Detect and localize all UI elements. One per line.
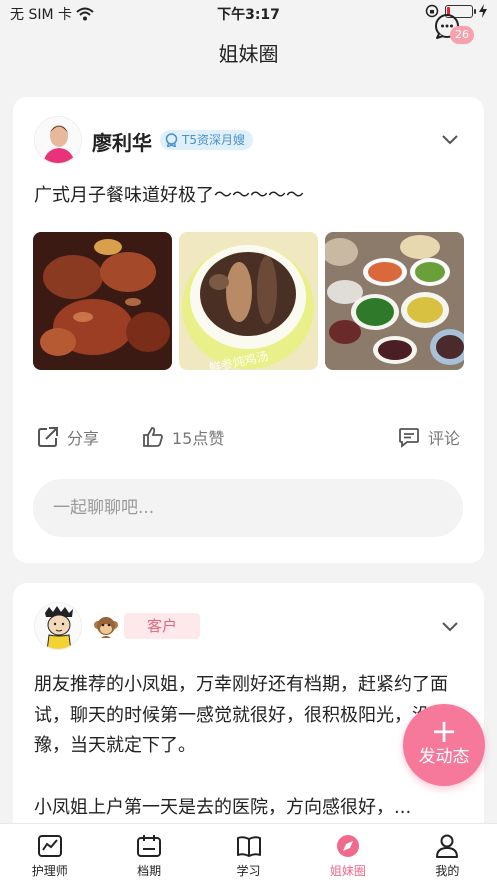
post-image[interactable]: 鲜参炖鸡汤 <box>179 232 318 370</box>
tab-me[interactable]: 我的 <box>398 824 497 883</box>
post-text: 朋友推荐的小凤姐，万幸刚好还有档期，赶紧约了面试，聊天的时候第一感觉就很好，很积… <box>34 674 448 756</box>
calendar-icon <box>137 835 162 857</box>
like-button[interactable]: 15点赞 <box>142 425 224 449</box>
tab-label: 档期 <box>137 864 162 878</box>
status-bar: 无 SIM 卡 下午3:17 <box>0 0 497 26</box>
tab-bar: 护理师 档期 学习 姐妹圈 我的 <box>0 823 497 883</box>
rank-badge: T5资深月嫂 <box>160 130 253 150</box>
post-card: 客户 朋友推荐的小凤姐，万幸刚好还有档期，赶紧约了面试，聊天的时候第一感觉就很好… <box>13 583 484 843</box>
comment-button[interactable]: 评论 <box>398 425 460 449</box>
plus-icon: + <box>430 712 458 750</box>
share-button[interactable]: 分享 <box>37 425 99 449</box>
chart-icon <box>37 835 62 857</box>
message-badge: 26 <box>450 26 474 44</box>
tab-label: 我的 <box>435 864 460 878</box>
monkey-icon <box>94 617 118 638</box>
person-icon <box>436 834 459 858</box>
tab-schedule[interactable]: 档期 <box>99 824 198 883</box>
author-name: 廖利华 <box>92 131 152 155</box>
chevron-down-icon[interactable] <box>440 129 460 149</box>
tab-study[interactable]: 学习 <box>199 824 298 883</box>
charging-icon <box>479 4 487 18</box>
compass-icon <box>336 835 359 857</box>
status-time: 下午3:17 <box>217 7 280 23</box>
rank-badge-label: T5资深月嫂 <box>182 133 245 147</box>
page-title: 姐妹圈 <box>218 42 279 66</box>
tab-label: 护理师 <box>31 864 68 878</box>
share-label: 分享 <box>67 429 100 448</box>
tab-nurse[interactable]: 护理师 <box>0 824 99 883</box>
post-card: 廖利华 T5资深月嫂 广式月子餐味道好极了～～～～～ 鲜参炖鸡汤 分享 15点赞… <box>13 97 484 563</box>
comment-icon <box>399 428 419 448</box>
post-image[interactable] <box>325 232 464 370</box>
post-text: 小凤姐上户第一天是去的医院，方向感很好，... <box>34 797 412 818</box>
thumbs-up-icon <box>143 427 163 447</box>
new-post-label: 发动态 <box>418 747 470 767</box>
share-icon <box>38 427 58 447</box>
avatar[interactable] <box>34 116 82 164</box>
tab-label: 学习 <box>236 864 261 878</box>
new-post-button[interactable]: + 发动态 <box>403 704 485 786</box>
user-tag: 客户 <box>124 613 200 639</box>
tab-label: 姐妹圈 <box>329 864 366 878</box>
comment-input[interactable]: 一起聊聊吧... <box>33 479 463 537</box>
tab-sisters[interactable]: 姐妹圈 <box>298 824 397 883</box>
chevron-down-icon[interactable] <box>440 616 460 636</box>
avatar[interactable] <box>34 602 82 650</box>
comment-label: 评论 <box>428 429 461 448</box>
nav-bar: 姐妹圈 <box>0 26 497 76</box>
post-image[interactable] <box>33 232 172 370</box>
post-text: 广式月子餐味道好极了～～～～～ <box>34 185 304 206</box>
book-icon <box>236 836 261 857</box>
medal-icon <box>165 133 178 147</box>
like-count: 15点赞 <box>172 429 225 448</box>
